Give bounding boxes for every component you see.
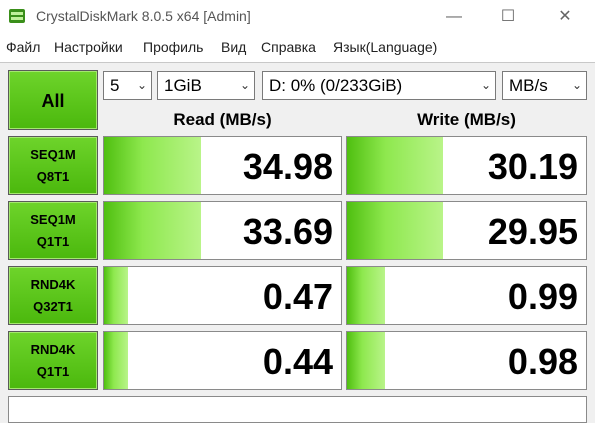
chevron-down-icon: ⌄ xyxy=(480,78,491,92)
read-result: 33.69 xyxy=(103,201,342,260)
read-level-bar xyxy=(104,267,128,324)
read-level-bar xyxy=(104,137,202,194)
read-result: 0.47 xyxy=(103,266,342,325)
unit-select[interactable]: MB/s ⌄ xyxy=(502,71,587,100)
title-bar: CrystalDiskMark 8.0.5 x64 [Admin] — ☐ ✕ xyxy=(0,0,595,34)
read-value: 0.44 xyxy=(262,341,333,382)
chevron-down-icon: ⌄ xyxy=(239,78,250,92)
write-level-bar xyxy=(347,267,386,324)
test-rnd4k-q32t1-button[interactable]: RND4K Q32T1 xyxy=(8,266,98,325)
read-value: 34.98 xyxy=(242,146,333,187)
read-header: Read (MB/s) xyxy=(173,110,272,129)
write-result: 0.99 xyxy=(346,266,587,325)
all-button[interactable]: All xyxy=(8,70,98,130)
chevron-down-icon: ⌄ xyxy=(136,78,147,92)
menu-view[interactable]: Вид xyxy=(221,39,246,55)
write-result: 29.95 xyxy=(346,201,587,260)
test-name: RND4K xyxy=(30,277,76,292)
read-value: 33.69 xyxy=(242,211,333,252)
chevron-down-icon: ⌄ xyxy=(571,78,582,92)
write-result: 0.98 xyxy=(346,331,587,390)
write-value: 0.98 xyxy=(507,341,578,382)
menu-file[interactable]: Файл xyxy=(6,39,40,55)
close-button[interactable]: ✕ xyxy=(545,4,585,30)
size-select[interactable]: 1GiB ⌄ xyxy=(157,71,255,100)
count-select[interactable]: 5 ⌄ xyxy=(103,71,152,100)
maximize-button[interactable]: ☐ xyxy=(488,4,528,30)
test-seq1m-q8t1-button[interactable]: SEQ1M Q8T1 xyxy=(8,136,98,195)
write-level-bar xyxy=(347,202,443,259)
write-value: 29.95 xyxy=(487,211,578,252)
test-params: Q8T1 xyxy=(36,169,70,184)
read-result: 0.44 xyxy=(103,331,342,390)
minimize-button[interactable]: — xyxy=(434,4,474,30)
menu-profile[interactable]: Профиль xyxy=(143,39,203,55)
read-level-bar xyxy=(104,332,128,389)
drive-value: D: 0% (0/233GiB) xyxy=(269,76,403,95)
test-params: Q32T1 xyxy=(33,299,73,314)
comment-input[interactable] xyxy=(8,396,587,423)
write-value: 0.99 xyxy=(507,276,578,317)
unit-value: MB/s xyxy=(509,76,548,95)
test-name: RND4K xyxy=(30,342,76,357)
size-value: 1GiB xyxy=(164,76,202,95)
drive-select[interactable]: D: 0% (0/233GiB) ⌄ xyxy=(262,71,496,100)
menu-bar: Файл Настройки Профиль Вид Справка Язык(… xyxy=(0,36,595,58)
test-seq1m-q1t1-button[interactable]: SEQ1M Q1T1 xyxy=(8,201,98,260)
test-name: SEQ1M xyxy=(30,147,76,162)
write-level-bar xyxy=(347,332,386,389)
menu-language[interactable]: Язык(Language) xyxy=(333,39,437,55)
menu-help[interactable]: Справка xyxy=(261,39,316,55)
count-value: 5 xyxy=(110,76,120,95)
menu-settings[interactable]: Настройки xyxy=(54,39,123,55)
write-header: Write (MB/s) xyxy=(417,110,516,129)
app-icon xyxy=(9,9,25,23)
test-name: SEQ1M xyxy=(30,212,76,227)
test-params: Q1T1 xyxy=(36,234,70,249)
read-result: 34.98 xyxy=(103,136,342,195)
test-rnd4k-q1t1-button[interactable]: RND4K Q1T1 xyxy=(8,331,98,390)
write-level-bar xyxy=(347,137,443,194)
read-level-bar xyxy=(104,202,202,259)
write-result: 30.19 xyxy=(346,136,587,195)
write-value: 30.19 xyxy=(487,146,578,187)
test-params: Q1T1 xyxy=(36,364,70,379)
window-title: CrystalDiskMark 8.0.5 x64 [Admin] xyxy=(36,8,251,24)
read-value: 0.47 xyxy=(262,276,333,317)
